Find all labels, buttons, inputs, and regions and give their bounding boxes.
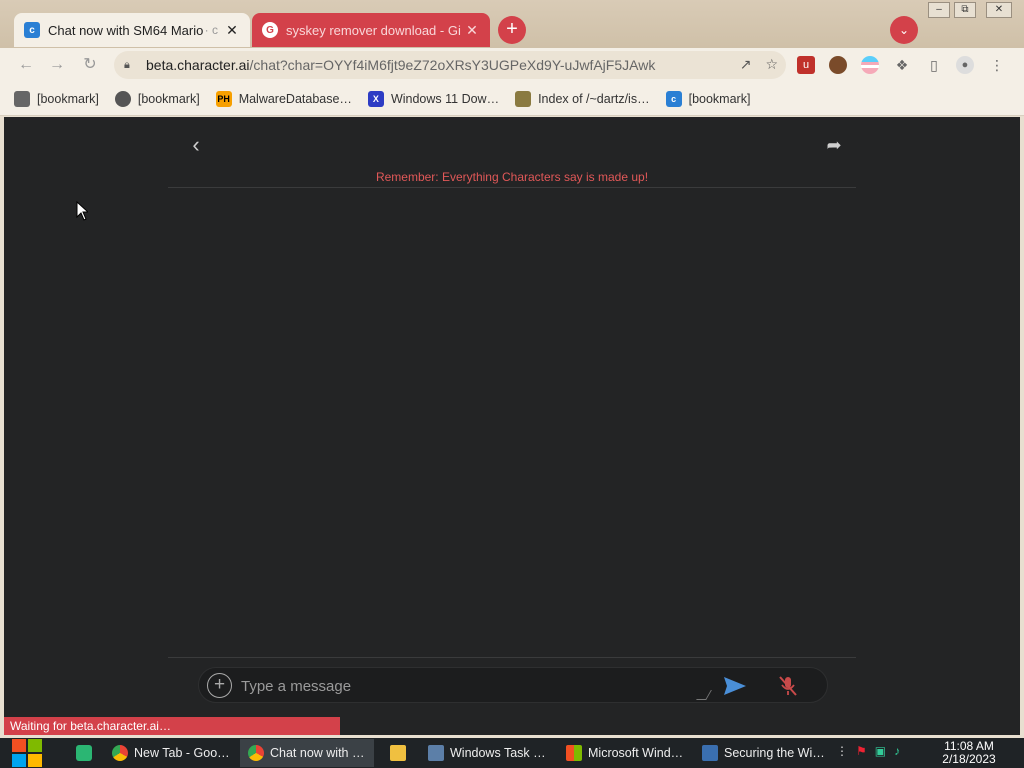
desktop-screen: c Chat now with SM64 Mario · c ✕ G syske… (0, 0, 1024, 768)
close-icon[interactable]: ✕ (464, 22, 480, 39)
globe-icon (114, 90, 131, 107)
taskbar-item[interactable] (382, 739, 412, 767)
taskbar: New Tab - Goo… Chat now with … Windows T… (0, 738, 1024, 768)
reload-button[interactable]: ↻ (80, 55, 100, 75)
taskbar-item-label: Microsoft Wind… (588, 746, 684, 760)
bookmark-label: MalwareDatabase… (238, 91, 352, 106)
chat-app-icon (76, 745, 92, 761)
bookmark-label: [bookmark] (137, 91, 200, 106)
disclaimer-text: Remember: Everything Characters say is m… (375, 170, 649, 184)
url-domain: beta.character.ai (146, 57, 250, 73)
address-bar[interactable]: 🔒︎ beta.character.ai/chat?char=OYYf4iM6f… (114, 51, 786, 79)
tab-title: Chat now with SM64 Mario (48, 22, 204, 38)
overflow-icon[interactable]: ⋮ (836, 744, 848, 758)
taskbar-clock[interactable]: 11:08 AM 2/18/2023 (930, 740, 1008, 766)
address-bar-actions: ↗ ☆ (740, 56, 778, 73)
tab-strip: c Chat now with SM64 Mario · c ✕ G syske… (0, 0, 1024, 48)
chat-page: ‹ ➦ Remember: Everything Characters say … (4, 117, 1020, 735)
installer-icon (702, 745, 718, 761)
clock-date: 2/18/2023 (942, 752, 996, 766)
bookmark-label: Index of /~dartz/is… (538, 91, 650, 106)
taskbar-item[interactable]: New Tab - Goo… (104, 739, 238, 767)
tab-search-button[interactable]: ⌄ (890, 16, 918, 44)
tab-title: syskey remover download - Gi (286, 22, 461, 38)
chrome-icon (112, 745, 128, 761)
taskbar-item-label: Windows Task … (450, 746, 546, 760)
lock-icon: 🔒︎ (124, 58, 130, 71)
ph-icon: PH (215, 90, 232, 107)
share-arrow-icon[interactable]: ➦ (822, 135, 846, 157)
puzzle-icon[interactable]: ❖ (893, 56, 911, 74)
taskbar-item-label: New Tab - Goo… (134, 746, 230, 760)
taskbar-item-label: Chat now with … (270, 746, 365, 760)
bookmark-favicon-icon (14, 90, 30, 107)
divider (168, 187, 856, 188)
taskbar-item[interactable]: Chat now with … (240, 739, 374, 767)
bookmark-label: [bookmark] (688, 91, 751, 106)
message-input[interactable] (241, 675, 701, 697)
bookmark-item[interactable]: [bookmark] (14, 90, 99, 107)
taskbar-item[interactable]: Windows Task … (420, 739, 552, 767)
network-icon[interactable]: ▣ (875, 744, 886, 758)
bookmark-label: [bookmark] (37, 91, 99, 106)
taskbar-item[interactable]: Microsoft Wind… (558, 739, 688, 767)
mouse-cursor-icon (76, 201, 88, 221)
folder-icon (390, 745, 406, 761)
chevron-left-icon[interactable]: ‹ (184, 133, 208, 157)
close-icon[interactable]: ✕ (224, 22, 240, 39)
bookmark-label: Windows 11 Dow… (390, 91, 500, 106)
tab-title-overflow: · c (204, 23, 218, 37)
status-bar: Waiting for beta.character.ai… (4, 717, 340, 735)
window-close-button[interactable]: ✕ (986, 2, 1012, 18)
google-icon: G (262, 22, 278, 38)
send-icon[interactable] (721, 674, 749, 698)
bookmarks-bar: [bookmark] [bookmark] PH MalwareDatabase… (0, 82, 1024, 116)
side-panel-icon[interactable]: ▯ (925, 56, 943, 74)
bookmark-item[interactable]: c [bookmark] (665, 90, 751, 107)
message-composer: + (198, 667, 828, 703)
ublock-icon[interactable]: u (797, 56, 815, 74)
task-manager-icon (428, 745, 444, 761)
profile-avatar-icon[interactable]: ● (956, 56, 974, 74)
star-icon[interactable]: ☆ (765, 56, 778, 73)
tab-chat-mario[interactable]: c Chat now with SM64 Mario · c ✕ (14, 13, 250, 47)
bookmark-item[interactable]: PH MalwareDatabase… (215, 90, 352, 107)
bookmark-item[interactable]: Index of /~dartz/is… (515, 90, 650, 107)
character-ai-icon: c (24, 22, 40, 38)
divider (168, 657, 856, 658)
profile-extension-icon[interactable] (829, 56, 847, 74)
tab-syskey[interactable]: G syskey remover download - Gi ✕ (252, 13, 490, 47)
volume-icon[interactable]: ♪ (894, 744, 900, 758)
windows-update-icon (566, 745, 582, 761)
character-ai-icon: c (665, 90, 682, 107)
minimize-button[interactable]: – (928, 2, 950, 18)
back-button[interactable]: ← (16, 55, 36, 75)
chrome-icon (248, 745, 264, 761)
x-icon: X (367, 90, 384, 107)
folder-figure-icon (515, 90, 532, 107)
menu-kebab-icon[interactable]: ⋮ (988, 56, 1006, 74)
taskbar-item-label: Securing the Wi… (724, 746, 825, 760)
bookmark-item[interactable]: X Windows 11 Dow… (367, 90, 500, 107)
windows-start-icon[interactable] (10, 738, 44, 768)
bookmark-item[interactable]: [bookmark] (114, 90, 200, 107)
taskbar-item[interactable]: Securing the Wi… (694, 739, 826, 767)
url-path: /chat?char=OYYf4iM6fjt9eZ72oXRsY3UGPeXd9… (249, 57, 656, 73)
taskbar-app-chat[interactable] (68, 739, 96, 767)
flag-icon[interactable]: ⚑ (856, 744, 867, 758)
mic-muted-icon[interactable] (775, 674, 801, 698)
share-icon[interactable]: ↗ (740, 56, 752, 73)
new-tab-button[interactable]: + (498, 16, 526, 44)
system-tray: ⋮ ⚑ ▣ ♪ (836, 744, 900, 758)
maximize-button[interactable]: ⧉ (954, 2, 976, 18)
add-attachment-button[interactable]: + (207, 673, 232, 698)
forward-button[interactable]: → (47, 55, 67, 75)
flag-extension-icon[interactable] (861, 56, 879, 74)
